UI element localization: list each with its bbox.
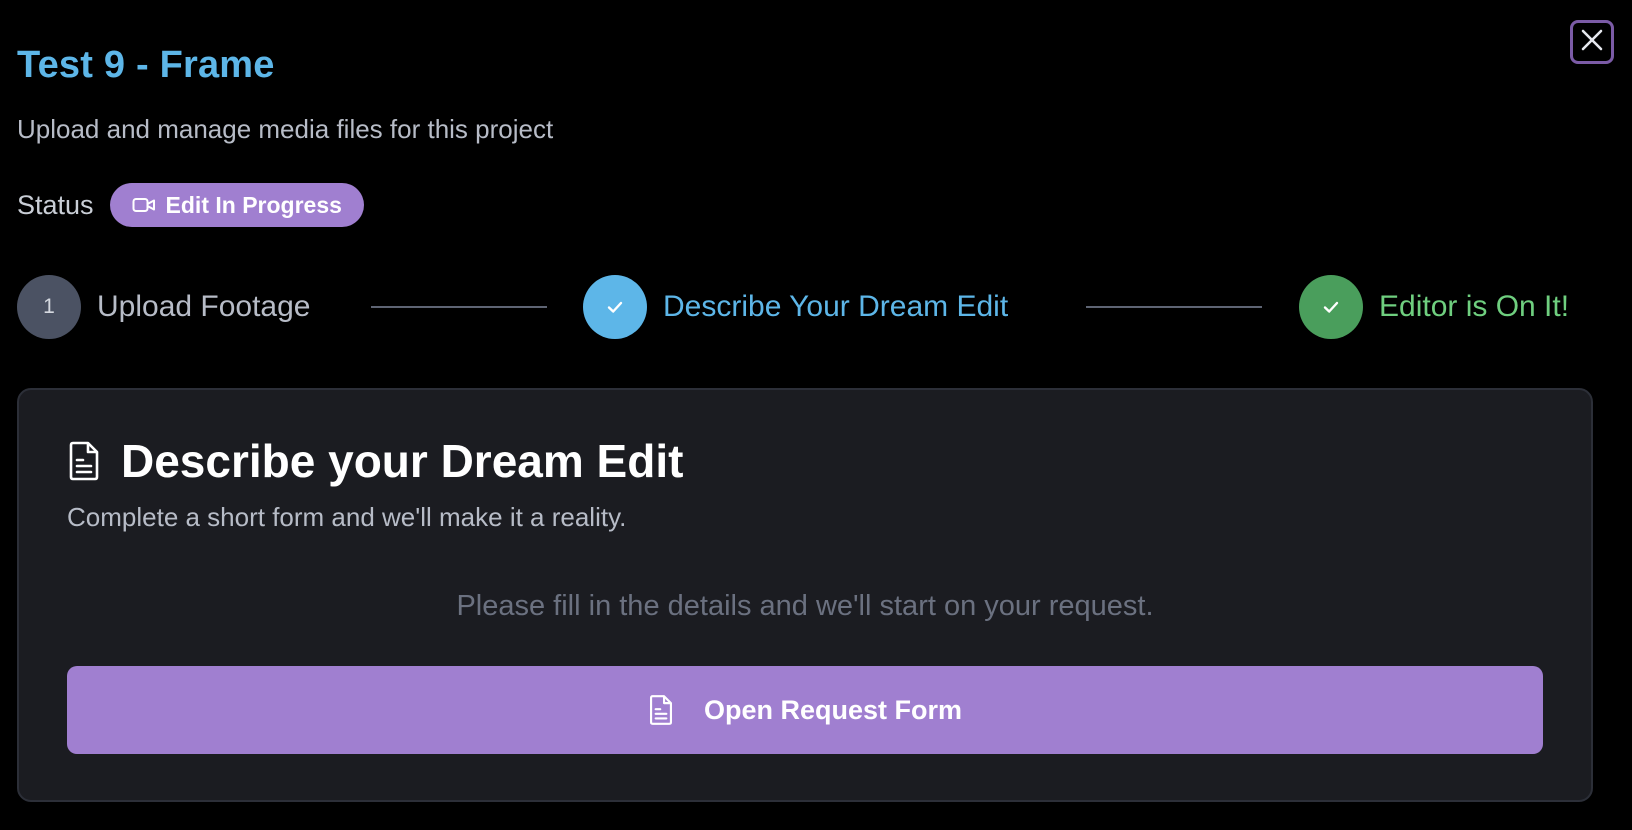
status-row: Status Edit In Progress bbox=[17, 183, 364, 227]
document-icon bbox=[648, 694, 674, 726]
step-label: Upload Footage bbox=[97, 290, 311, 323]
check-icon bbox=[583, 275, 647, 339]
step-upload-footage: 1 Upload Footage bbox=[17, 275, 311, 339]
step-describe-edit: Describe Your Dream Edit bbox=[583, 275, 1008, 339]
video-camera-icon bbox=[132, 196, 156, 214]
document-icon bbox=[67, 441, 101, 481]
step-connector bbox=[1086, 306, 1262, 308]
status-badge-text: Edit In Progress bbox=[165, 191, 342, 218]
check-icon bbox=[1299, 275, 1363, 339]
open-request-form-label: Open Request Form bbox=[703, 694, 963, 725]
card-header: Describe your Dream Edit bbox=[67, 434, 683, 488]
step-connector bbox=[371, 306, 547, 308]
progress-stepper: 1 Upload Footage Describe Your Dream Edi… bbox=[17, 275, 1593, 339]
card-description: Complete a short form and we'll make it … bbox=[67, 502, 627, 532]
step-number-badge: 1 bbox=[17, 275, 81, 339]
close-icon bbox=[1579, 27, 1605, 58]
step-editor-on-it: Editor is On It! bbox=[1299, 275, 1569, 339]
page-subtitle: Upload and manage media files for this p… bbox=[17, 114, 554, 144]
step-label: Editor is On It! bbox=[1379, 290, 1570, 323]
request-card: Describe your Dream Edit Complete a shor… bbox=[17, 388, 1593, 802]
project-modal: Test 9 - Frame Upload and manage media f… bbox=[0, 0, 1632, 830]
page-title: Test 9 - Frame bbox=[17, 44, 275, 86]
status-label: Status bbox=[17, 189, 94, 220]
step-label: Describe Your Dream Edit bbox=[663, 290, 1009, 323]
status-badge: Edit In Progress bbox=[109, 183, 364, 227]
card-title: Describe your Dream Edit bbox=[121, 435, 684, 487]
close-button[interactable] bbox=[1570, 20, 1614, 64]
card-hint: Please fill in the details and we'll sta… bbox=[456, 590, 1154, 622]
open-request-form-button[interactable]: Open Request Form bbox=[67, 666, 1543, 754]
